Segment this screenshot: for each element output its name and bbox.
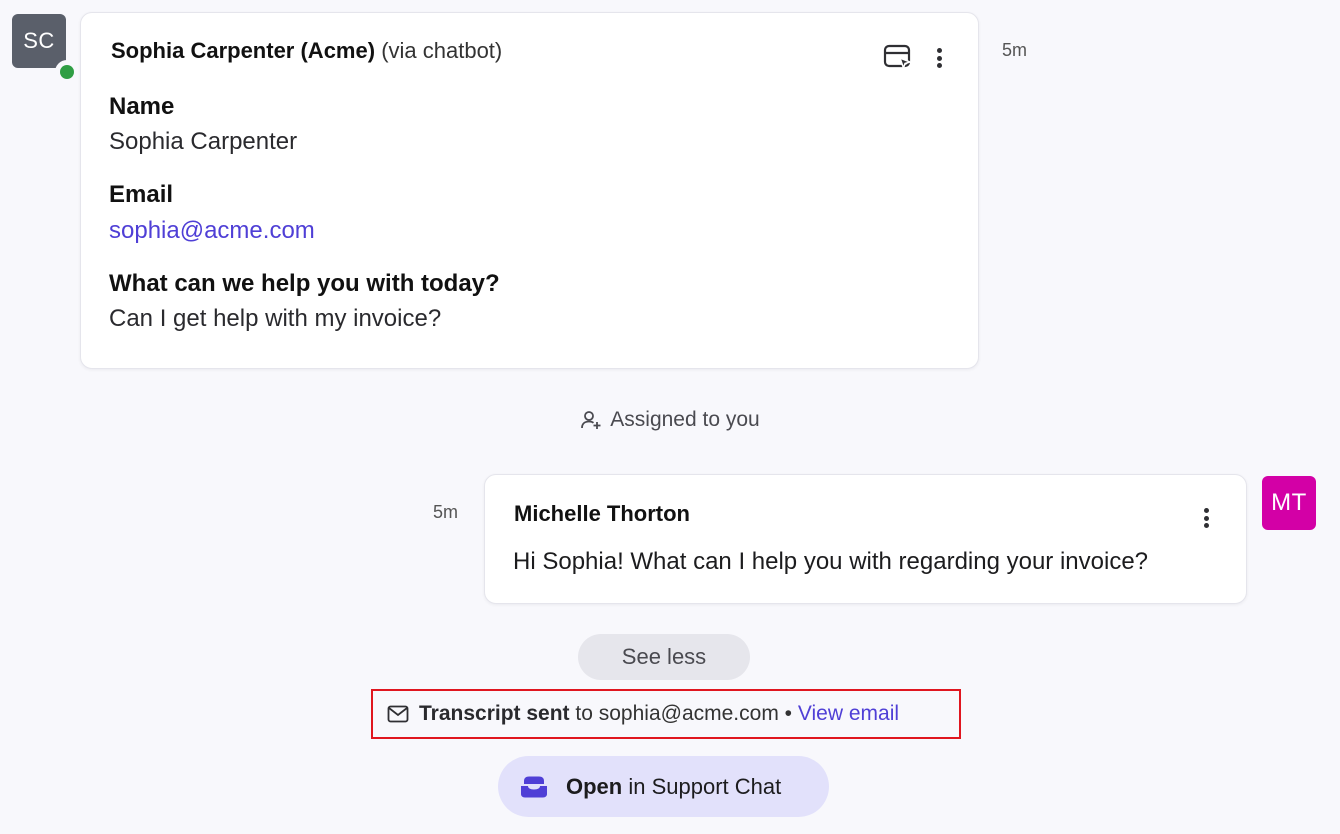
agent-avatar-initials: MT	[1271, 489, 1307, 516]
sender-channel: (via chatbot)	[381, 38, 503, 63]
reply-more-options-icon[interactable]	[1196, 503, 1216, 533]
transcript-separator: •	[784, 702, 793, 725]
open-ticket-icon[interactable]	[881, 41, 915, 73]
customer-avatar-initials: SC	[23, 28, 55, 53]
agent-sender-name: Michelle Thorton	[514, 501, 690, 526]
user-plus-icon	[580, 409, 602, 431]
open-label: Open	[566, 773, 623, 799]
field-value-name: Sophia Carpenter	[109, 128, 298, 155]
field-value-email-link[interactable]: sophia@acme.com	[109, 217, 315, 245]
open-destination: in Support Chat	[628, 773, 782, 799]
field-label-help-request: What can we help you with today?	[109, 270, 500, 297]
field-value-help-request: Can I get help with my invoice?	[109, 305, 442, 332]
field-label-email: Email	[109, 181, 174, 208]
chatbot-form-message: Sophia Carpenter (Acme) (via chatbot) Na…	[80, 12, 979, 369]
field-label-name: Name	[109, 93, 175, 120]
transcript-recipient: to sophia@acme.com	[575, 702, 779, 725]
customer-avatar[interactable]: SC	[12, 14, 79, 84]
sender-name: Sophia Carpenter (Acme)	[111, 38, 376, 63]
agent-reply-body: Hi Sophia! What can I help you with rega…	[513, 548, 1149, 575]
open-in-support-chat-button[interactable]: Open in Support Chat	[498, 756, 829, 817]
transcript-sent-notice: Transcript sent to sophia@acme.com • Vie…	[371, 689, 961, 739]
transcript-sent-label: Transcript sent	[419, 702, 570, 725]
mail-icon	[387, 705, 409, 723]
message-more-options-icon[interactable]	[929, 43, 949, 73]
online-status-indicator	[55, 60, 79, 84]
agent-avatar[interactable]: MT	[1262, 476, 1316, 530]
assignment-event: Assigned to you	[0, 408, 1340, 432]
agent-reply-message: Michelle Thorton Hi Sophia! What can I h…	[484, 474, 1247, 604]
message-sender: Sophia Carpenter (Acme) (via chatbot)	[111, 38, 502, 64]
view-email-link[interactable]: View email	[798, 702, 899, 725]
see-less-button[interactable]: See less	[578, 634, 750, 680]
customer-message-timestamp: 5m	[1002, 40, 1028, 60]
agent-message-timestamp: 5m	[433, 502, 459, 522]
support-chat-icon	[520, 775, 548, 799]
assignment-event-text: Assigned to you	[610, 408, 760, 431]
